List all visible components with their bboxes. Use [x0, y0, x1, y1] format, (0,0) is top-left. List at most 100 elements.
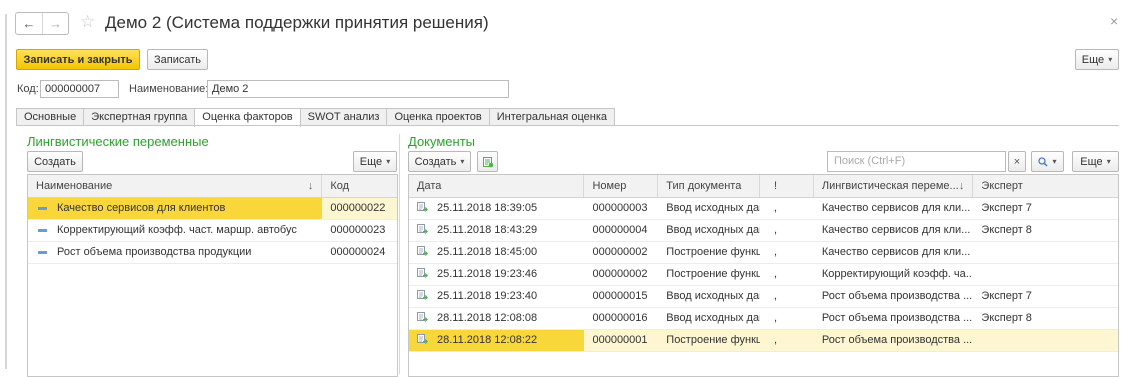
row-code: 000000022: [322, 198, 397, 219]
chevron-down-icon: ▾: [386, 157, 391, 166]
element-icon: [38, 228, 47, 232]
col-date-header[interactable]: Дата: [409, 175, 585, 197]
row-date: 25.11.2018 18:39:05: [437, 202, 538, 214]
table-row[interactable]: 25.11.2018 19:23:46 000000002 Построение ф…: [409, 264, 1118, 286]
left-more-button[interactable]: Еще ▾: [353, 151, 397, 172]
col-linguistic-var-header[interactable]: Лингвистическая переме... ↓: [814, 175, 974, 197]
table-row[interactable]: 25.11.2018 18:43:29 000000004 Ввод исходны…: [409, 220, 1118, 242]
row-flag: ,: [774, 202, 778, 214]
sort-desc-icon: ↓: [307, 180, 314, 192]
table-row[interactable]: 25.11.2018 18:39:05 000000003 Ввод исходны…: [409, 198, 1118, 220]
row-code: 000000024: [330, 246, 386, 258]
table-row[interactable]: 25.11.2018 18:45:00 000000002 Построение ф…: [409, 242, 1118, 264]
chevron-down-icon: ▾: [1108, 55, 1113, 64]
table-row[interactable]: 28.11.2018 12:08:08 000000016 Ввод исходны…: [409, 308, 1118, 330]
favorite-star-icon[interactable]: ☆: [80, 12, 95, 32]
row-name: Корректирующий коэфф. част. маршр. автоб…: [57, 224, 297, 236]
documents-table-body: 25.11.2018 18:39:05 000000003 Ввод исходны…: [409, 198, 1118, 352]
document-icon: [417, 246, 428, 257]
document-journal-button[interactable]: [477, 151, 498, 172]
tab-expert-group[interactable]: Экспертная группа: [83, 108, 196, 126]
col-code-header[interactable]: Код: [322, 175, 397, 197]
document-journal-icon: [482, 156, 493, 167]
document-icon: [417, 334, 428, 345]
row-date: 25.11.2018 19:23:46: [437, 268, 538, 280]
col-name-header[interactable]: Наименование ↓: [28, 175, 323, 197]
tab-project-evaluation[interactable]: Оценка проектов: [386, 108, 490, 126]
linguistic-vars-title: Лингвистические переменные: [27, 134, 209, 149]
create-linguistic-var-button[interactable]: Создать: [27, 151, 83, 172]
documents-table: Дата Номер Тип документа ! Лингвистическ…: [408, 174, 1119, 377]
table-row[interactable]: Рост объема производства продукции 00000…: [28, 242, 397, 264]
more-button[interactable]: Еще ▾: [1075, 49, 1119, 70]
row-date: 25.11.2018 18:43:29: [437, 224, 538, 236]
close-icon[interactable]: ×: [1110, 14, 1118, 28]
row-number: 000000003: [592, 202, 648, 214]
row-doc-type: Ввод исходных дан...: [666, 290, 760, 302]
window-title: Демо 2 (Система поддержки принятия решен…: [105, 13, 489, 32]
right-more-button[interactable]: Еще ▾: [1072, 151, 1119, 172]
row-expert: [973, 242, 1118, 263]
tab-underline: [16, 125, 1119, 126]
chevron-down-icon: ▾: [460, 157, 465, 166]
table-header: Дата Номер Тип документа ! Лингвистическ…: [409, 175, 1118, 198]
documents-title: Документы: [408, 134, 476, 149]
row-number: 000000016: [592, 312, 648, 324]
row-number: 000000001: [592, 334, 648, 346]
document-icon: [417, 202, 428, 213]
more-label: Еще: [1081, 53, 1105, 66]
save-button[interactable]: Записать: [147, 49, 208, 70]
row-expert: Эксперт 7: [981, 202, 1032, 214]
element-icon: [38, 250, 47, 254]
row-date: 25.11.2018 18:45:00: [437, 246, 538, 258]
row-flag: ,: [774, 334, 778, 346]
back-button[interactable]: ←: [16, 13, 42, 34]
sort-desc-icon: ↓: [958, 180, 965, 192]
col-name-label: Наименование: [36, 180, 113, 192]
row-number: 000000004: [592, 224, 648, 236]
table-header: Наименование ↓ Код: [28, 175, 397, 198]
search-input[interactable]: Поиск (Ctrl+F): [827, 151, 1006, 172]
row-doc-type: Построение функции...: [666, 334, 760, 346]
save-and-close-button[interactable]: Записать и закрыть: [16, 49, 140, 70]
tab-main[interactable]: Основные: [16, 108, 85, 126]
row-flag: ,: [774, 224, 778, 236]
create-document-button[interactable]: Создать ▾: [408, 151, 471, 172]
row-linguistic-var: Качество сервисов для кли...: [821, 202, 971, 214]
arrow-right-icon: →: [49, 16, 62, 31]
panel-divider[interactable]: [399, 134, 400, 374]
name-label: Наименование:: [129, 83, 209, 95]
row-doc-type: Построение функции...: [666, 268, 760, 280]
create-document-label: Создать: [414, 155, 457, 168]
arrow-left-icon: ←: [22, 16, 36, 31]
row-number: 000000002: [592, 268, 648, 280]
chevron-down-icon: ▾: [1052, 157, 1057, 166]
document-icon: [417, 268, 428, 279]
row-doc-type: Ввод исходных дан...: [666, 202, 760, 214]
forward-button[interactable]: →: [42, 13, 68, 34]
row-expert: Эксперт 8: [981, 224, 1032, 236]
row-doc-type: Ввод исходных дан...: [666, 312, 760, 324]
document-icon: [417, 312, 428, 323]
row-number: 000000015: [592, 290, 648, 302]
code-field[interactable]: 000000007: [40, 80, 119, 98]
table-row[interactable]: Корректирующий коэфф. част. маршр. автоб…: [28, 220, 397, 242]
col-flag-header[interactable]: !: [760, 175, 814, 197]
right-more-label: Еще: [1080, 155, 1103, 168]
document-icon: [417, 224, 428, 235]
col-number-header[interactable]: Номер: [584, 175, 659, 197]
clear-search-button[interactable]: ×: [1008, 151, 1026, 172]
tab-swot[interactable]: SWOT анализ: [299, 108, 388, 126]
col-expert-header[interactable]: Эксперт: [973, 175, 1118, 197]
row-number: 000000002: [592, 246, 648, 258]
tab-integral-evaluation[interactable]: Интегральная оценка: [488, 108, 615, 126]
row-flag: ,: [774, 268, 778, 280]
row-expert: Эксперт 7: [981, 290, 1032, 302]
name-field[interactable]: Демо 2: [207, 80, 509, 98]
search-options-button[interactable]: ▾: [1031, 151, 1064, 172]
table-row[interactable]: 25.11.2018 19:23:40 000000015 Ввод исходны…: [409, 286, 1118, 308]
table-row[interactable]: 28.11.2018 12:08:22 000000001 Построение ф…: [409, 330, 1118, 352]
table-row[interactable]: Качество сервисов для клиентов 000000022: [28, 198, 397, 220]
row-expert: [973, 264, 1118, 285]
col-doc-type-header[interactable]: Тип документа: [658, 175, 761, 197]
